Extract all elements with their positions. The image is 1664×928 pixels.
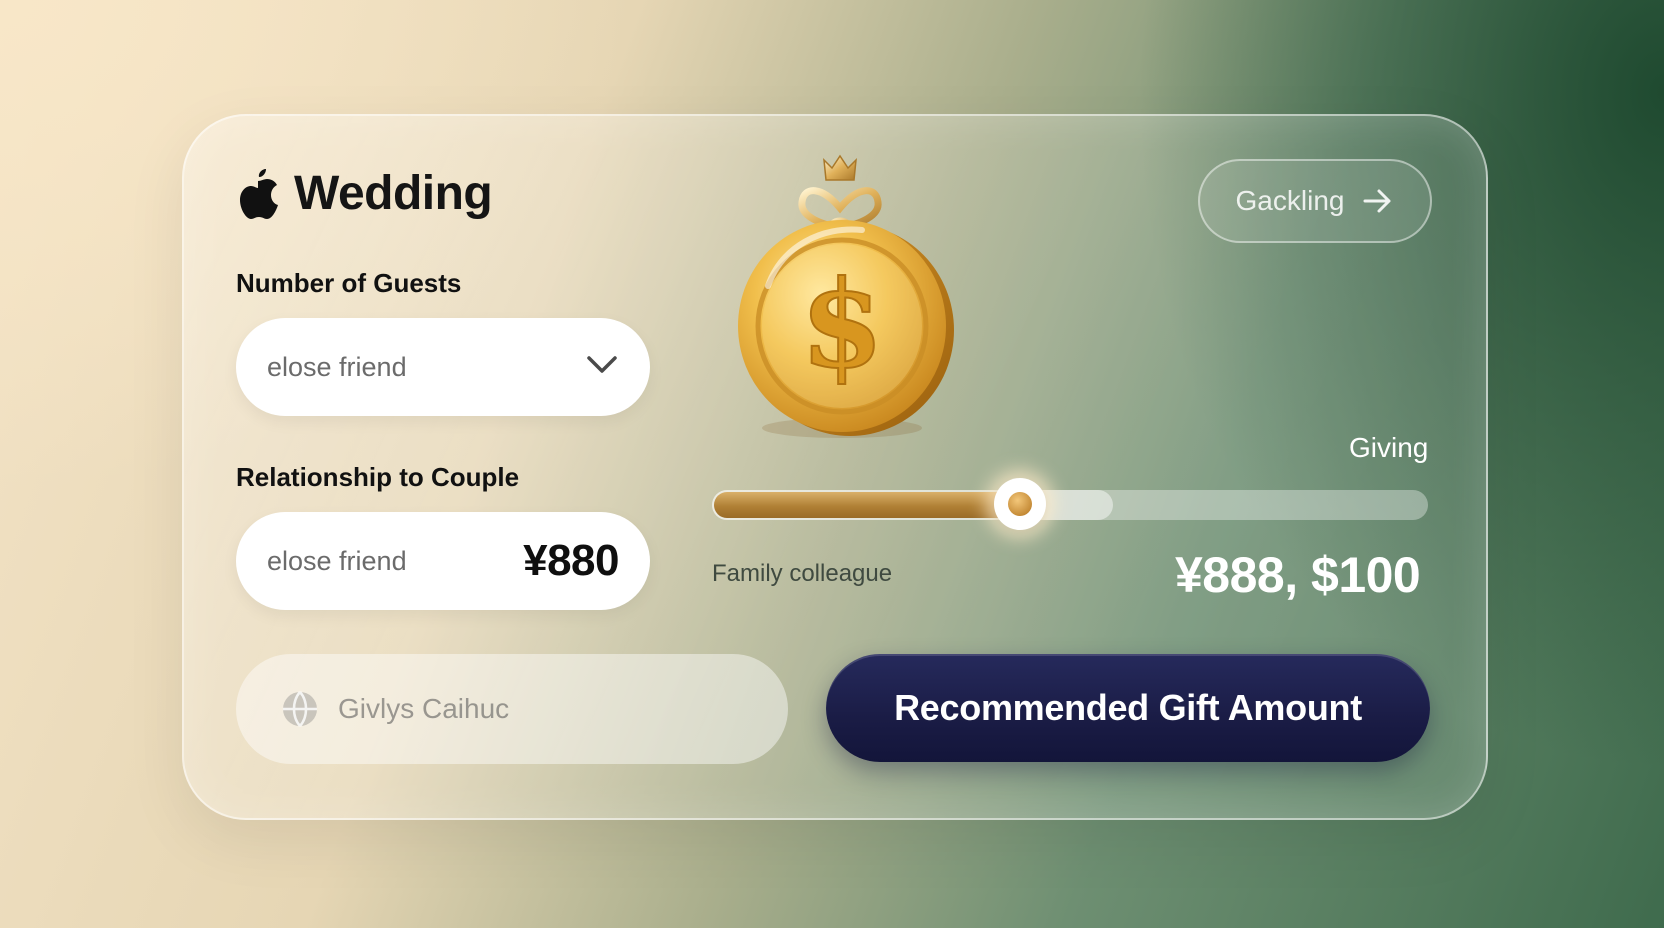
back-button-label: Gackling <box>1235 185 1345 216</box>
relationship-label: Relationship to Couple <box>236 462 520 492</box>
gift-slider-fill <box>714 492 1022 518</box>
guests-select-value: elose friend <box>267 351 407 382</box>
slider-title: Giving <box>1349 432 1429 463</box>
recommended-gift-label: Recommended Gift Amount <box>894 687 1362 728</box>
back-button[interactable]: Gackling <box>1198 159 1432 243</box>
guests-label: Number of Guests <box>236 268 462 298</box>
gold-dollar-coin-icon: $ <box>738 154 954 438</box>
slider-thumb-dot <box>1007 492 1032 516</box>
secondary-option-text: Givlys Caihuc <box>338 693 510 724</box>
slider-range-label: Family colleague <box>712 560 893 587</box>
gift-slider-thumb[interactable] <box>993 478 1046 530</box>
app-header-brand: Wedding <box>236 166 493 221</box>
globe-icon <box>283 691 317 727</box>
chevron-down-icon <box>587 356 617 373</box>
relationship-amount: ¥880 <box>523 536 619 585</box>
relationship-field-value: elose friend <box>267 545 407 576</box>
gift-amount-display: ¥888, $100 <box>1175 547 1421 603</box>
relationship-field[interactable]: elose friend ¥880 <box>236 512 650 610</box>
secondary-option-button[interactable]: Givlys Caihuc <box>236 654 788 764</box>
guests-select[interactable]: elose friend <box>236 318 650 416</box>
svg-text:$: $ <box>800 254 884 395</box>
arrow-right-icon <box>1363 189 1391 213</box>
apple-logo-icon <box>240 168 278 219</box>
recommended-gift-button[interactable]: Recommended Gift Amount <box>826 654 1430 762</box>
page-title: Wedding <box>294 167 493 220</box>
